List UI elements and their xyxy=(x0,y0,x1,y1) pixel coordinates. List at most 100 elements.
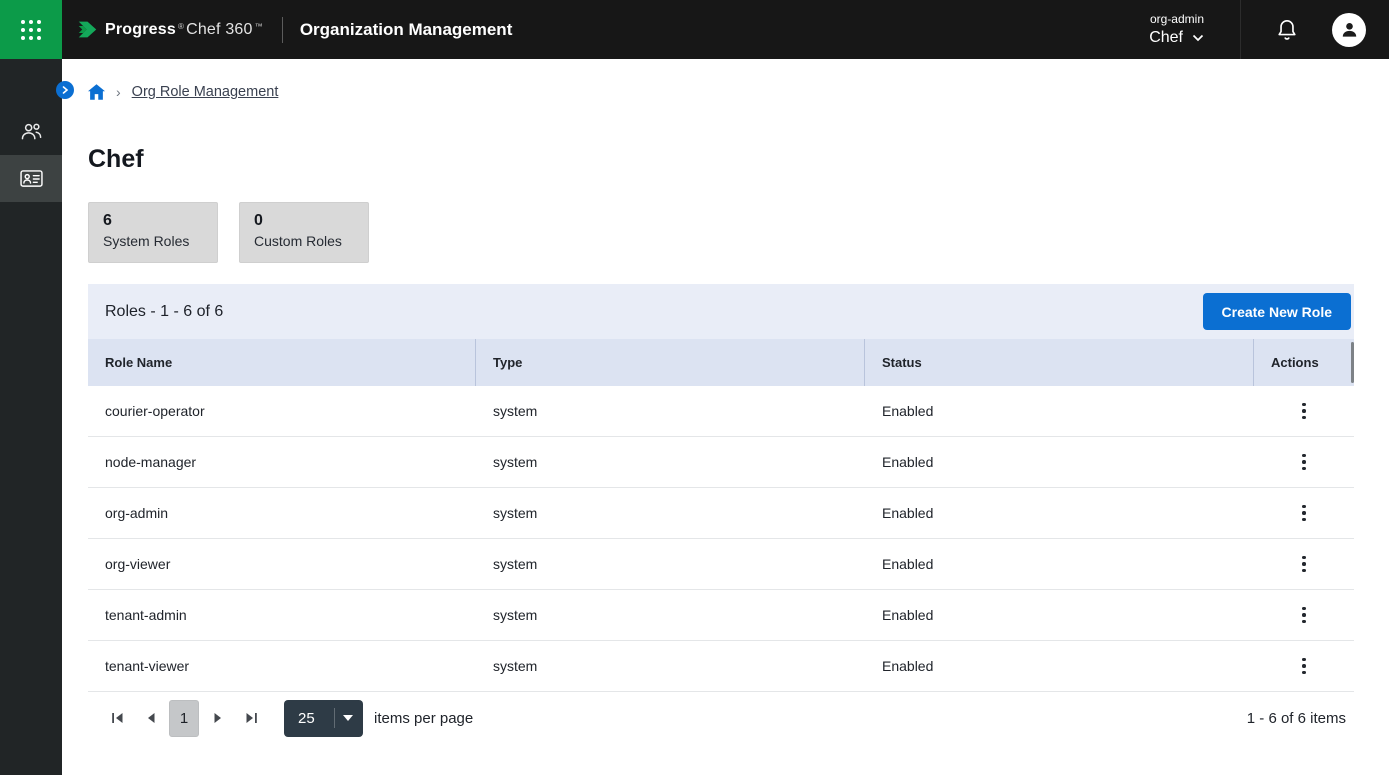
previous-page-button[interactable] xyxy=(134,700,167,737)
custom-roles-label: Custom Roles xyxy=(254,233,353,249)
sidebar-item-users[interactable] xyxy=(0,108,62,155)
grid-header-row: Role Name Type Status Actions xyxy=(88,339,1354,386)
header-title: Organization Management xyxy=(300,20,513,40)
cell-actions xyxy=(1254,550,1354,578)
grid-body: courier-operator system Enabled node-man… xyxy=(88,386,1354,692)
system-roles-card: 6 System Roles xyxy=(88,202,218,263)
breadcrumb: › Org Role Management xyxy=(62,59,1389,100)
breadcrumb-separator: › xyxy=(116,84,121,100)
registered-mark: ® xyxy=(178,22,184,31)
sidebar-item-org-roles[interactable] xyxy=(0,155,62,202)
progress-logo-icon xyxy=(77,19,98,40)
items-per-page-label: items per page xyxy=(374,710,473,727)
chevron-right-icon xyxy=(61,86,69,94)
cell-role-name: courier-operator xyxy=(88,403,476,419)
row-actions-menu-button[interactable] xyxy=(1290,550,1318,578)
left-sidebar xyxy=(0,59,62,775)
cell-status: Enabled xyxy=(865,505,1254,521)
custom-roles-count: 0 xyxy=(254,212,353,230)
cell-status: Enabled xyxy=(865,658,1254,674)
last-page-button[interactable] xyxy=(234,700,267,737)
cell-type: system xyxy=(476,556,865,572)
brand-text: Progress ® Chef 360 ™ xyxy=(105,21,265,39)
cell-type: system xyxy=(476,658,865,674)
cell-role-name: tenant-admin xyxy=(88,607,476,623)
breadcrumb-home-button[interactable] xyxy=(88,84,105,100)
custom-roles-card: 0 Custom Roles xyxy=(239,202,369,263)
row-actions-menu-button[interactable] xyxy=(1290,601,1318,629)
brand-logo: Progress ® Chef 360 ™ xyxy=(77,19,265,40)
row-actions-menu-button[interactable] xyxy=(1290,448,1318,476)
user-role-label: org-admin xyxy=(1149,11,1204,27)
trademark-mark: ™ xyxy=(255,22,263,31)
cell-actions xyxy=(1254,499,1354,527)
cell-role-name: node-manager xyxy=(88,454,476,470)
cell-actions xyxy=(1254,397,1354,425)
users-icon xyxy=(20,122,43,141)
cell-role-name: org-admin xyxy=(88,505,476,521)
table-row: courier-operator system Enabled xyxy=(88,386,1354,437)
table-row: org-admin system Enabled xyxy=(88,488,1354,539)
chevron-down-icon xyxy=(334,708,353,728)
apps-grid-icon xyxy=(21,20,41,40)
org-name-label: Chef xyxy=(1149,27,1183,48)
table-row: tenant-viewer system Enabled xyxy=(88,641,1354,692)
system-roles-count: 6 xyxy=(103,212,202,230)
table-row: node-manager system Enabled xyxy=(88,437,1354,488)
cell-type: system xyxy=(476,454,865,470)
bell-icon xyxy=(1276,18,1298,41)
brand-product-label: Chef 360 xyxy=(186,21,253,39)
first-page-icon xyxy=(111,712,125,724)
cell-actions xyxy=(1254,448,1354,476)
person-icon xyxy=(1340,20,1359,39)
row-actions-menu-button[interactable] xyxy=(1290,652,1318,680)
row-actions-menu-button[interactable] xyxy=(1290,397,1318,425)
cell-status: Enabled xyxy=(865,556,1254,572)
row-actions-menu-button[interactable] xyxy=(1290,499,1318,527)
breadcrumb-link-org-role-management[interactable]: Org Role Management xyxy=(132,84,279,100)
next-page-button[interactable] xyxy=(201,700,234,737)
home-icon xyxy=(88,84,105,100)
next-page-icon xyxy=(212,712,224,724)
page-size-value: 25 xyxy=(298,710,334,727)
page-size-select[interactable]: 25 xyxy=(284,700,363,737)
grid-title: Roles - 1 - 6 of 6 xyxy=(105,303,223,321)
cell-actions xyxy=(1254,652,1354,680)
column-header-actions[interactable]: Actions xyxy=(1254,339,1354,386)
id-badge-icon xyxy=(20,169,43,188)
roles-grid: Roles - 1 - 6 of 6 Create New Role Role … xyxy=(88,284,1354,744)
page-range-label: 1 - 6 of 6 items xyxy=(1247,710,1350,727)
cell-actions xyxy=(1254,601,1354,629)
cell-type: system xyxy=(476,505,865,521)
cell-status: Enabled xyxy=(865,454,1254,470)
column-header-status[interactable]: Status xyxy=(865,339,1254,386)
column-header-type[interactable]: Type xyxy=(476,339,865,386)
cell-role-name: tenant-viewer xyxy=(88,658,476,674)
first-page-button[interactable] xyxy=(101,700,134,737)
grid-toolbar: Roles - 1 - 6 of 6 Create New Role xyxy=(88,284,1354,339)
brand-progress-label: Progress xyxy=(105,21,176,39)
cell-status: Enabled xyxy=(865,403,1254,419)
previous-page-icon xyxy=(145,712,157,724)
user-avatar-button[interactable] xyxy=(1332,13,1366,47)
org-switcher[interactable]: org-admin Chef xyxy=(1149,11,1204,48)
chevron-down-icon xyxy=(1192,34,1204,42)
cell-type: system xyxy=(476,607,865,623)
table-row: org-viewer system Enabled xyxy=(88,539,1354,590)
grid-scrollbar-thumb[interactable] xyxy=(1351,342,1354,383)
last-page-icon xyxy=(244,712,258,724)
notifications-button[interactable] xyxy=(1241,0,1332,59)
sidebar-expand-button[interactable] xyxy=(56,81,74,99)
stat-cards: 6 System Roles 0 Custom Roles xyxy=(88,202,1389,263)
pagination-bar: 1 25 items per page xyxy=(88,692,1354,744)
cell-role-name: org-viewer xyxy=(88,556,476,572)
current-page-button[interactable]: 1 xyxy=(169,700,199,737)
app-launcher-button[interactable] xyxy=(0,0,62,59)
system-roles-label: System Roles xyxy=(103,233,202,249)
cell-type: system xyxy=(476,403,865,419)
column-header-role-name[interactable]: Role Name xyxy=(88,339,476,386)
table-row: tenant-admin system Enabled xyxy=(88,590,1354,641)
page-title: Chef xyxy=(88,145,1389,174)
top-header: Progress ® Chef 360 ™ Organization Manag… xyxy=(0,0,1389,59)
create-new-role-button[interactable]: Create New Role xyxy=(1203,293,1351,330)
